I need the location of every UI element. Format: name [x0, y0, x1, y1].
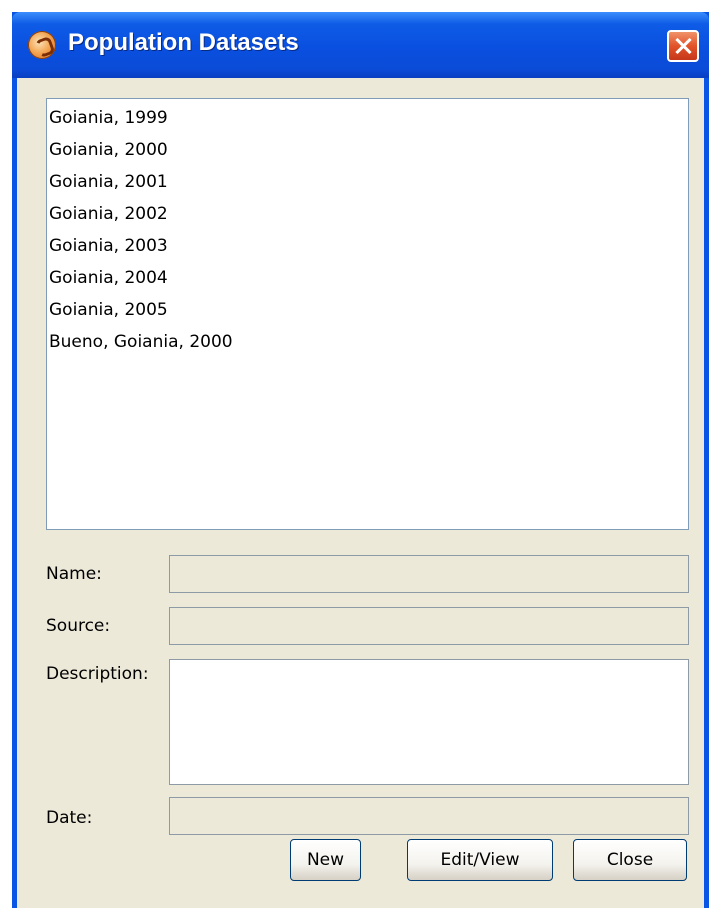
name-label: Name: — [46, 564, 102, 584]
date-label: Date: — [46, 808, 93, 828]
list-item[interactable]: Goiania, 2005 — [47, 296, 688, 328]
population-datasets-window: Population Datasets Goiania, 1999 Goiani… — [12, 12, 709, 908]
edit-view-button[interactable]: Edit/View — [407, 839, 553, 881]
list-item[interactable]: Bueno, Goiania, 2000 — [47, 328, 688, 360]
source-field[interactable] — [169, 607, 689, 645]
title-bar[interactable]: Population Datasets — [12, 12, 709, 78]
list-item[interactable]: Goiania, 2003 — [47, 232, 688, 264]
description-field[interactable] — [169, 659, 689, 785]
new-button[interactable]: New — [290, 839, 361, 881]
dataset-list[interactable]: Goiania, 1999 Goiania, 2000 Goiania, 200… — [46, 98, 689, 530]
description-label: Description: — [46, 664, 149, 684]
list-item[interactable]: Goiania, 2000 — [47, 136, 688, 168]
list-item[interactable]: Goiania, 2001 — [47, 168, 688, 200]
source-label: Source: — [46, 616, 111, 636]
list-item[interactable]: Goiania, 2004 — [47, 264, 688, 296]
dialog-body: Goiania, 1999 Goiania, 2000 Goiania, 200… — [17, 78, 704, 908]
list-item[interactable]: Goiania, 2002 — [47, 200, 688, 232]
window-title: Population Datasets — [68, 29, 299, 56]
app-icon — [28, 31, 56, 59]
list-item[interactable]: Goiania, 1999 — [47, 104, 688, 136]
name-field[interactable] — [169, 555, 689, 593]
date-field[interactable] — [169, 797, 689, 835]
close-icon[interactable] — [667, 30, 699, 62]
close-button[interactable]: Close — [573, 839, 687, 881]
